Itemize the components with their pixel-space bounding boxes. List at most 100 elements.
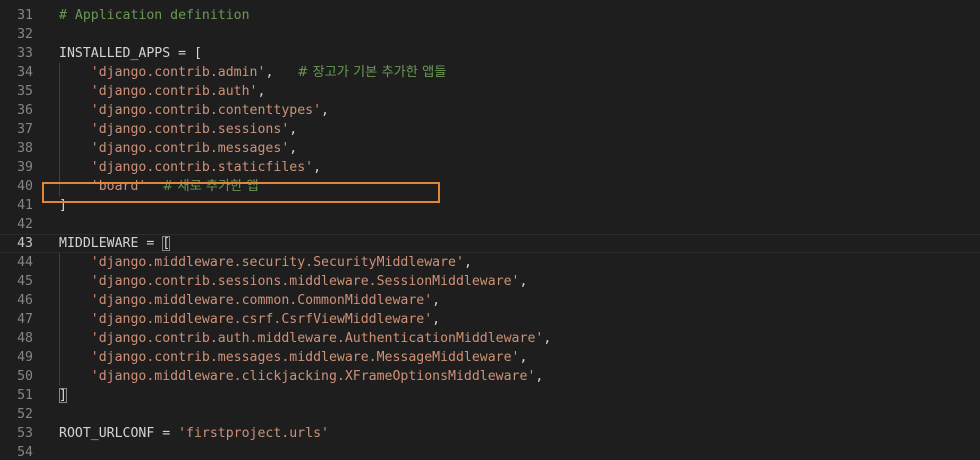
code-line[interactable]: 48 'django.contrib.auth.middleware.Authe… — [0, 329, 980, 348]
line-number: 39 — [17, 160, 33, 175]
code-line[interactable]: 32 — [0, 25, 980, 44]
code-line[interactable]: 50 'django.middleware.clickjacking.XFram… — [0, 367, 980, 386]
line-code[interactable]: MIDDLEWARE = [ — [59, 235, 171, 252]
code-line[interactable]: 54 — [0, 443, 980, 460]
code-line[interactable]: 43 MIDDLEWARE = [ — [0, 234, 980, 253]
line-number: 33 — [17, 46, 33, 61]
code-token: , — [432, 312, 441, 327]
code-token: , — [265, 65, 298, 80]
line-number: 38 — [17, 141, 33, 156]
line-code[interactable]: ] — [59, 196, 67, 215]
code-token: , — [321, 103, 329, 118]
line-number: 49 — [17, 350, 33, 365]
code-line[interactable]: 45 'django.contrib.sessions.middleware.S… — [0, 272, 980, 291]
code-line[interactable]: 37 'django.contrib.sessions', — [0, 120, 980, 139]
line-code[interactable]: 'django.contrib.auth', — [59, 82, 266, 101]
code-editor[interactable]: 3031# Application definition3233INSTALLE… — [0, 0, 980, 460]
line-number: 51 — [17, 388, 33, 403]
line-number: 41 — [17, 198, 33, 213]
code-line[interactable]: 36 'django.contrib.contenttypes', — [0, 101, 980, 120]
code-line[interactable]: 52 — [0, 405, 980, 424]
string-token: 'django.contrib.auth' — [90, 84, 258, 99]
code-token: , — [519, 274, 528, 289]
code-line[interactable]: 34 'django.contrib.admin', # 장고가 기본 추가한 … — [0, 63, 980, 82]
string-token: 'firstproject.urls' — [178, 426, 329, 441]
line-number: 40 — [17, 179, 33, 194]
line-number: 34 — [17, 65, 33, 80]
line-code[interactable]: 'django.middleware.csrf.CsrfViewMiddlewa… — [59, 310, 440, 329]
code-token: , — [463, 255, 472, 270]
string-token: 'django.middleware.common.CommonMiddlewa… — [90, 293, 433, 308]
code-line[interactable]: 49 'django.contrib.messages.middleware.M… — [0, 348, 980, 367]
line-code[interactable]: 'django.contrib.staticfiles', — [59, 158, 321, 177]
line-code[interactable]: 'django.contrib.admin', # 장고가 기본 추가한 앱들 — [59, 63, 447, 82]
line-code[interactable]: 'django.middleware.common.CommonMiddlewa… — [59, 291, 440, 310]
code-line[interactable]: 53 ROOT_URLCONF = 'firstproject.urls' — [0, 424, 980, 443]
code-token: , — [519, 350, 528, 365]
string-token: 'django.contrib.messages.middleware.Mess… — [90, 350, 520, 365]
code-token: , — [313, 160, 322, 175]
code-line[interactable]: 40 'board' # 새로 추가한 앱 — [0, 177, 980, 196]
code-token: , — [535, 369, 544, 384]
code-token: , — [257, 84, 266, 99]
code-line[interactable]: 42 — [0, 215, 980, 234]
code-line[interactable]: 33 INSTALLED_APPS = [ — [0, 44, 980, 63]
string-token: 'django.contrib.messages' — [90, 141, 290, 156]
line-code[interactable]: 'django.contrib.sessions.middleware.Sess… — [59, 272, 528, 291]
line-code[interactable]: # Application definition — [59, 6, 250, 25]
line-number: 35 — [17, 84, 33, 99]
line-code[interactable]: ] — [59, 386, 67, 405]
code-token: MIDDLEWARE = — [59, 236, 163, 251]
code-token: INSTALLED_APPS = [ — [59, 46, 202, 61]
code-line[interactable]: 38 'django.contrib.messages', — [0, 139, 980, 158]
code-line[interactable]: 31 # Application definition — [0, 6, 980, 25]
code-token: ROOT_URLCONF = — [59, 426, 179, 441]
code-line[interactable]: 47 'django.middleware.csrf.CsrfViewMiddl… — [0, 310, 980, 329]
line-number: 44 — [17, 255, 33, 270]
line-code[interactable]: 'django.contrib.messages', — [59, 139, 297, 158]
comment-token: # 장고가 기본 추가한 앱들 — [297, 65, 447, 80]
line-number: 50 — [17, 369, 33, 384]
comment-token: # Application definition — [59, 8, 250, 23]
string-token: 'django.middleware.security.SecurityMidd… — [90, 255, 464, 270]
string-token: 'django.contrib.staticfiles' — [90, 160, 314, 175]
code-line[interactable]: 46 'django.middleware.common.CommonMiddl… — [0, 291, 980, 310]
line-code[interactable]: ROOT_URLCONF = 'firstproject.urls' — [59, 424, 329, 443]
line-number: 54 — [17, 445, 33, 460]
line-code[interactable]: INSTALLED_APPS = [ — [59, 44, 202, 63]
line-number: 36 — [17, 103, 33, 118]
line-number: 43 — [17, 236, 33, 251]
code-line[interactable]: 39 'django.contrib.staticfiles', — [0, 158, 980, 177]
code-token: , — [543, 331, 552, 346]
line-number: 32 — [17, 27, 33, 42]
line-number: 46 — [17, 293, 33, 308]
line-code[interactable]: 'django.contrib.auth.middleware.Authenti… — [59, 329, 552, 348]
line-code[interactable]: 'django.middleware.clickjacking.XFrameOp… — [59, 367, 544, 386]
line-code[interactable]: 'board' # 새로 추가한 앱 — [59, 177, 259, 196]
string-token: 'board' — [90, 179, 147, 194]
code-line[interactable]: 41] — [0, 196, 980, 215]
code-line[interactable]: 35 'django.contrib.auth', — [0, 82, 980, 101]
line-number: 47 — [17, 312, 33, 327]
code-line[interactable]: 51] — [0, 386, 980, 405]
code-line[interactable]: 44 'django.middleware.security.SecurityM… — [0, 253, 980, 272]
line-number: 45 — [17, 274, 33, 289]
string-token: 'django.contrib.sessions' — [90, 122, 290, 137]
line-code[interactable]: 'django.contrib.messages.middleware.Mess… — [59, 348, 528, 367]
line-number: 37 — [17, 122, 33, 137]
string-token: 'django.middleware.csrf.CsrfViewMiddlewa… — [90, 312, 433, 327]
line-number: 42 — [17, 217, 33, 232]
line-code[interactable]: 'django.contrib.contenttypes', — [59, 101, 329, 120]
string-token: 'django.contrib.contenttypes' — [90, 103, 322, 118]
line-code[interactable]: 'django.middleware.security.SecurityMidd… — [59, 253, 472, 272]
line-code[interactable]: 'django.contrib.sessions', — [59, 120, 297, 139]
